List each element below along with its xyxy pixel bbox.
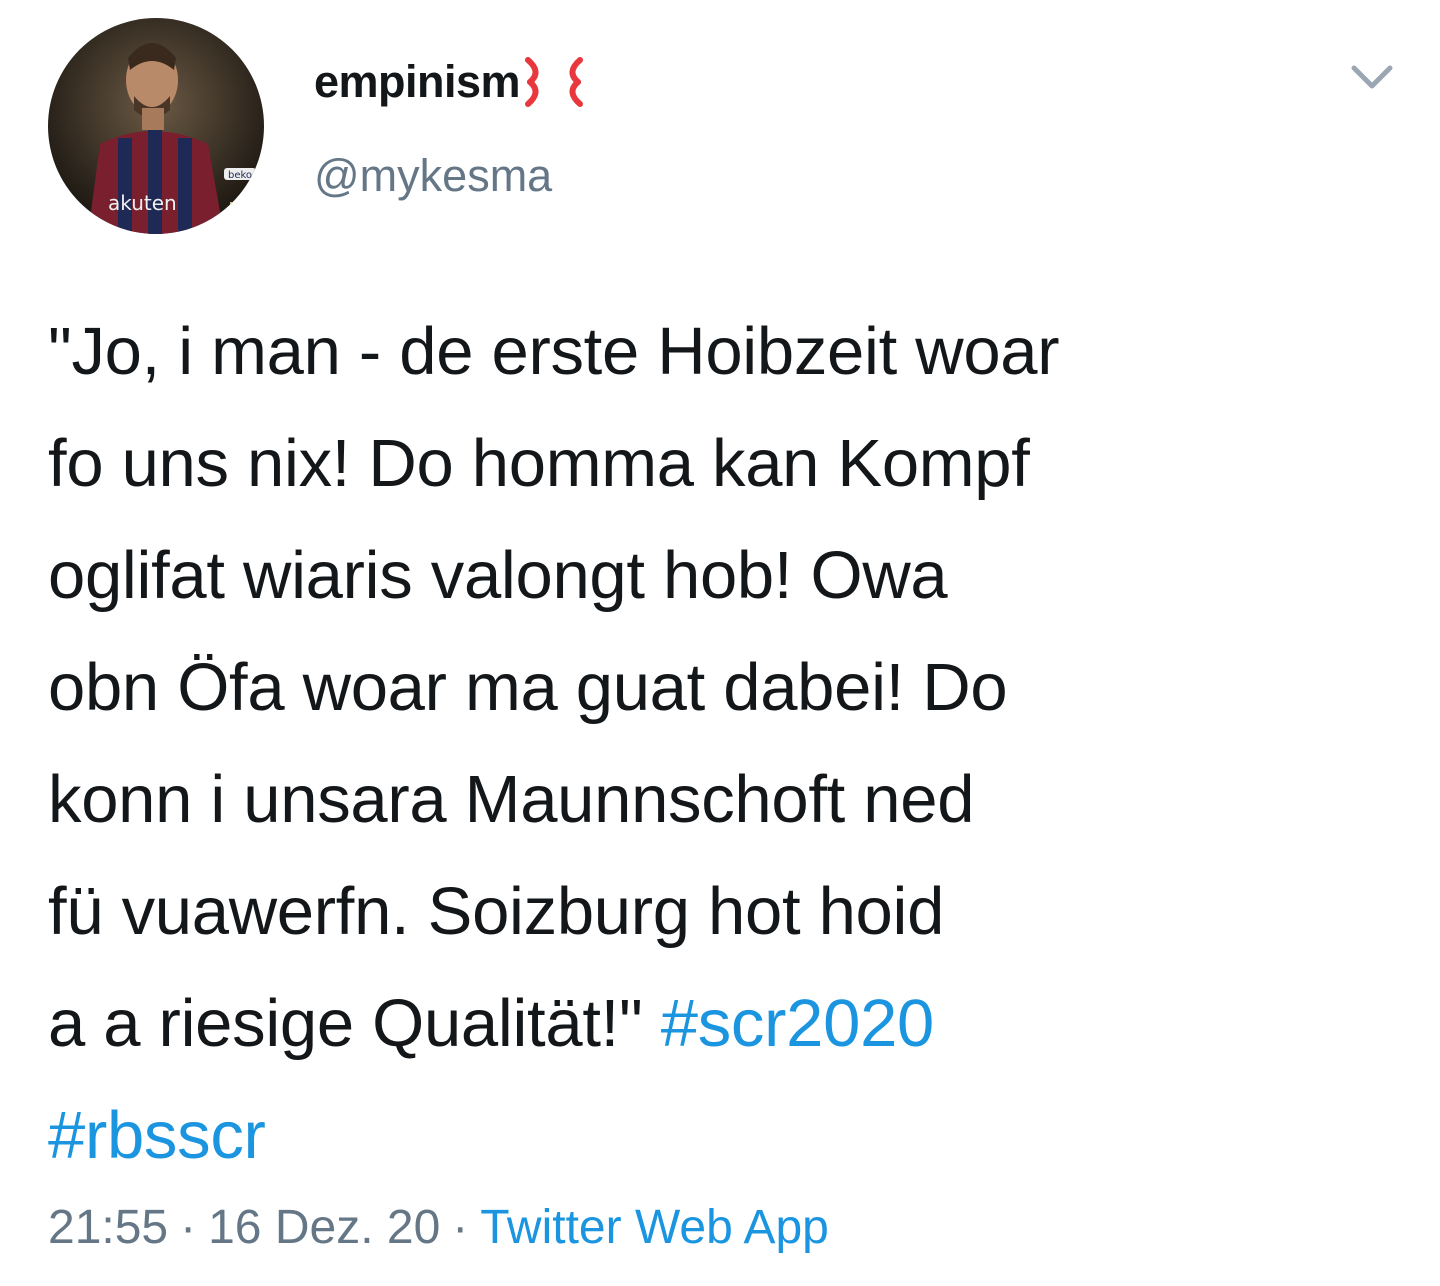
display-name[interactable]: empinism [314,56,521,108]
svg-text:akuten: akuten [108,191,177,215]
hashtag-link-rbsscr[interactable]: #rbsscr [48,1098,266,1173]
author-name-row[interactable]: empinism [314,52,586,112]
tweet-line: "Jo, i man - de erste Hoibzeit woar [48,314,1060,389]
source-app-link[interactable]: Twitter Web App [480,1201,829,1254]
profile-photo-icon: akuten beko [48,18,264,234]
tweet-line: oglifat wiaris valongt hob! Owa [48,538,948,613]
hashtag-link-scr2020[interactable]: #scr2020 [661,986,935,1061]
separator-dot: · [180,1201,197,1254]
chevron-down-icon [1351,65,1393,89]
more-options-button[interactable] [1346,56,1398,100]
svg-text:beko: beko [228,170,252,181]
tweet-metadata: 21:55 · 16 Dez. 20 · Twitter Web App [48,1200,829,1255]
tweet-line: konn i unsara Maunnschoft ned [48,762,975,837]
tweet-line: fo uns nix! Do homma kan Kompf [48,426,1030,501]
author-handle[interactable]: @mykesma [314,150,552,202]
tweet-line: fü vuawerfn. Soizburg hot hoid [48,874,945,949]
tweet-time[interactable]: 21:55 [48,1201,168,1254]
tweet-line: obn Öfa woar ma guat dabei! Do [48,650,1008,725]
separator-dot: · [452,1201,469,1254]
avatar[interactable]: akuten beko [48,18,264,234]
tweet-line-with-hashtag: a a riesige Qualität!" #scr2020 [48,968,1408,1080]
anger-symbol-icon [522,52,586,112]
tweet-text: "Jo, i man - de erste Hoibzeit woar fo u… [48,296,1408,1192]
tweet-line-hashtag: #rbsscr [48,1080,1408,1192]
tweet-line: a a riesige Qualität!" [48,986,643,1061]
tweet-date[interactable]: 16 Dez. 20 [208,1201,440,1254]
